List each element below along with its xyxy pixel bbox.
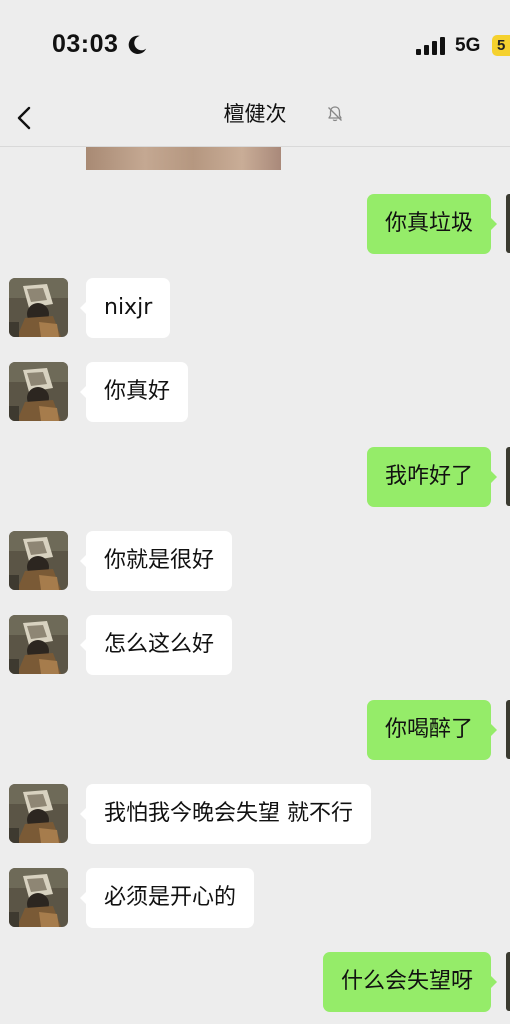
message-list[interactable]: 你真垃圾 nixjr 你真好 我咋好了 你就是很好 怎么这么好 你喝醉了 我怕我… bbox=[0, 147, 510, 1024]
contact-avatar[interactable] bbox=[9, 278, 68, 337]
incoming-message-bubble[interactable]: 你就是很好 bbox=[79, 531, 233, 591]
status-bar: 03:03 5G 5 bbox=[0, 0, 510, 92]
outgoing-message-bubble[interactable]: 你真垃圾 bbox=[366, 194, 498, 254]
outgoing-message-bubble[interactable]: 我咋好了 bbox=[366, 447, 498, 507]
my-avatar[interactable] bbox=[506, 447, 510, 506]
incoming-message-bubble[interactable]: 你真好 bbox=[79, 362, 189, 422]
my-avatar[interactable] bbox=[506, 700, 510, 759]
contact-avatar[interactable] bbox=[9, 362, 68, 421]
outgoing-message-bubble[interactable]: 你喝醉了 bbox=[366, 700, 498, 760]
chat-header: 檀健次 bbox=[0, 92, 510, 147]
network-label: 5G bbox=[455, 35, 481, 56]
battery-icon: 5 bbox=[492, 35, 510, 56]
incoming-message-bubble[interactable]: 必须是开心的 bbox=[79, 868, 255, 928]
my-avatar[interactable] bbox=[506, 194, 510, 253]
contact-avatar[interactable] bbox=[9, 615, 68, 674]
bell-muted-icon bbox=[328, 106, 342, 122]
image-message[interactable] bbox=[86, 147, 281, 170]
contact-avatar[interactable] bbox=[9, 784, 68, 843]
status-time: 03:03 bbox=[52, 30, 119, 58]
incoming-message-bubble[interactable]: 怎么这么好 bbox=[79, 615, 233, 675]
outgoing-message-bubble[interactable]: 什么会失望呀 bbox=[322, 952, 498, 1012]
my-avatar[interactable] bbox=[506, 952, 510, 1011]
signal-icon bbox=[416, 37, 445, 55]
contact-avatar[interactable] bbox=[9, 868, 68, 927]
contact-avatar[interactable] bbox=[9, 531, 68, 590]
moon-icon bbox=[128, 35, 147, 54]
incoming-message-bubble[interactable]: 我怕我今晚会失望 就不行 bbox=[80, 784, 371, 844]
chat-title: 檀健次 bbox=[223, 102, 287, 126]
incoming-message-bubble[interactable]: nixjr bbox=[79, 278, 171, 338]
